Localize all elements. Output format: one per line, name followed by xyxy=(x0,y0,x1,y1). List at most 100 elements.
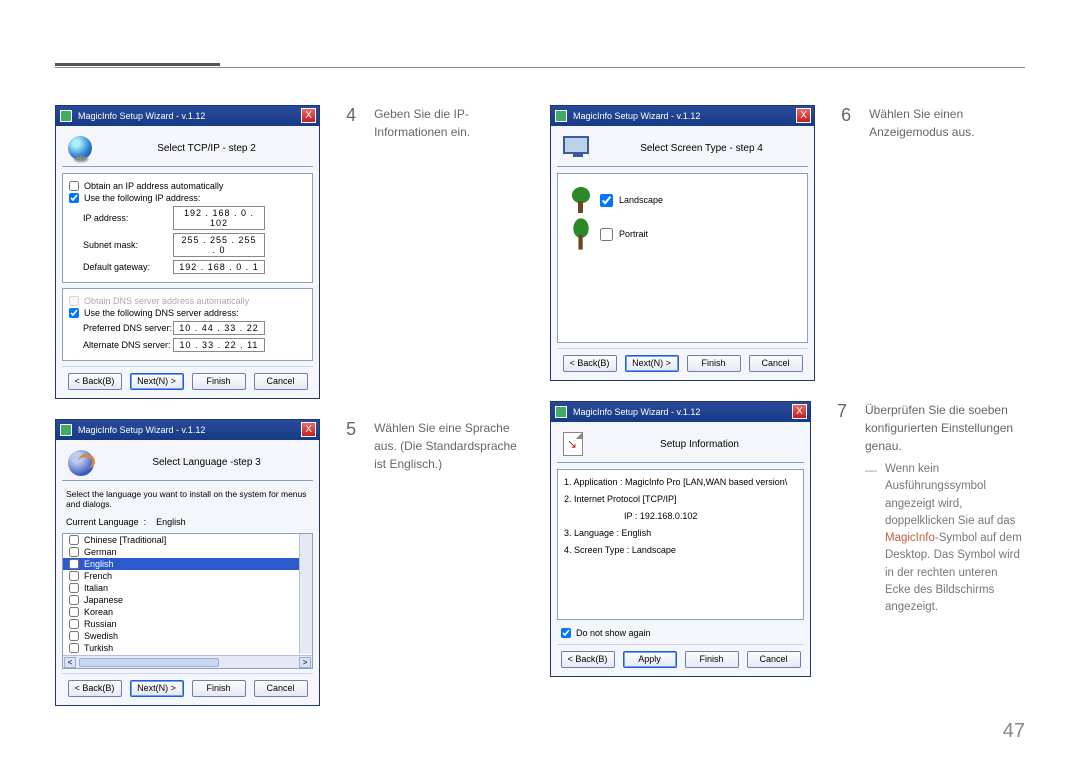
language-checkbox[interactable] xyxy=(69,595,79,605)
wizard-title-text: MagicInfo Setup Wizard - v.1.12 xyxy=(78,111,205,121)
language-item[interactable]: English xyxy=(63,558,312,570)
wizard-step5: MagicInfo Setup Wizard - v.1.12 X Select… xyxy=(55,419,320,706)
language-label: Swedish xyxy=(84,631,118,641)
step7-row: MagicInfo Setup Wizard - v.1.12 X Setup … xyxy=(550,401,1025,677)
ip-input[interactable]: 192 . 168 . 0 . 102 xyxy=(173,206,265,230)
close-icon[interactable]: X xyxy=(301,108,316,123)
step4-number: 4 xyxy=(338,105,356,126)
note-b: -Symbol auf dem Desktop. Das Symbol wird… xyxy=(885,532,1022,613)
language-checkbox[interactable] xyxy=(69,571,79,581)
back-button[interactable]: < Back(B) xyxy=(561,651,615,668)
landscape-checkbox[interactable] xyxy=(600,194,613,207)
right-column: MagicInfo Setup Wizard - v.1.12 X Select… xyxy=(550,105,1025,706)
info-line-1: 1. Application : MagicInfo Pro [LAN,WAN … xyxy=(564,474,797,491)
mask-input[interactable]: 255 . 255 . 255 . 0 xyxy=(173,233,265,257)
dns-manual-option[interactable]: Use the following DNS server address: xyxy=(69,308,306,318)
browser-icon xyxy=(68,450,94,476)
step5-caption-b: Englisch xyxy=(389,457,434,471)
info-line-4: 4. Screen Type : Landscape xyxy=(564,542,797,559)
portrait-checkbox[interactable] xyxy=(600,228,613,241)
language-checkbox[interactable] xyxy=(69,619,79,629)
language-item[interactable]: Japanese xyxy=(63,594,312,606)
wizard-titlebar: MagicInfo Setup Wizard - v.1.12 X xyxy=(56,106,319,126)
do-not-show-option[interactable]: Do not show again xyxy=(557,622,804,640)
cancel-button[interactable]: Cancel xyxy=(254,373,308,390)
language-label: French xyxy=(84,571,112,581)
ip-manual-label: Use the following IP address: xyxy=(84,193,200,203)
page-content: MagicInfo Setup Wizard - v.1.12 X Select… xyxy=(55,105,1025,706)
close-icon[interactable]: X xyxy=(792,404,807,419)
pref-dns-input[interactable]: 10 . 44 . 33 . 22 xyxy=(173,321,265,335)
step6-row: MagicInfo Setup Wizard - v.1.12 X Select… xyxy=(550,105,1025,381)
language-item[interactable]: Italian xyxy=(63,582,312,594)
language-item[interactable]: French xyxy=(63,570,312,582)
language-item[interactable]: Swedish xyxy=(63,630,312,642)
language-item[interactable]: Turkish xyxy=(63,642,312,654)
do-not-show-label: Do not show again xyxy=(576,628,651,638)
next-button[interactable]: Next(N) > xyxy=(130,680,184,697)
cancel-button[interactable]: Cancel xyxy=(254,680,308,697)
note-text: Wenn kein Ausführungssymbol angezeigt wi… xyxy=(885,461,1025,616)
close-icon[interactable]: X xyxy=(796,108,811,123)
language-checkbox[interactable] xyxy=(69,643,79,653)
header-accent xyxy=(55,63,220,66)
app-icon xyxy=(60,424,72,436)
language-item[interactable]: Korean xyxy=(63,606,312,618)
language-instruction: Select the language you want to install … xyxy=(62,487,313,515)
info-line-3: 3. Language : English xyxy=(564,525,797,542)
landscape-option[interactable]: Landscape xyxy=(570,187,795,213)
pref-dns-label: Preferred DNS server: xyxy=(83,323,173,333)
cancel-button[interactable]: Cancel xyxy=(747,651,801,668)
screen-type-group: Landscape Portrait xyxy=(557,173,808,343)
alt-dns-input[interactable]: 10 . 33 . 22 . 11 xyxy=(173,338,265,352)
finish-button[interactable]: Finish xyxy=(192,373,246,390)
language-label: Italian xyxy=(84,583,108,593)
close-icon[interactable]: X xyxy=(301,422,316,437)
globe-icon xyxy=(68,136,92,160)
language-list[interactable]: Chinese [Traditional]GermanEnglishFrench… xyxy=(62,533,313,669)
language-checkbox[interactable] xyxy=(69,607,79,617)
step-header-title: Setup Information xyxy=(601,439,798,450)
scrollbar-vertical[interactable] xyxy=(299,534,312,654)
language-checkbox[interactable] xyxy=(69,583,79,593)
back-button[interactable]: < Back(B) xyxy=(68,680,122,697)
alt-dns-label: Alternate DNS server: xyxy=(83,340,173,350)
step-header-title: Select Language -step 3 xyxy=(106,457,307,468)
cancel-button[interactable]: Cancel xyxy=(749,355,803,372)
language-checkbox[interactable] xyxy=(69,559,79,569)
language-label: Japanese xyxy=(84,595,123,605)
language-checkbox[interactable] xyxy=(69,631,79,641)
language-checkbox[interactable] xyxy=(69,547,79,557)
scrollbar-horizontal[interactable]: < > xyxy=(63,655,312,668)
apply-button[interactable]: Apply xyxy=(623,651,677,668)
language-item[interactable]: Chinese [Traditional] xyxy=(63,534,312,546)
wizard-title-text: MagicInfo Setup Wizard - v.1.12 xyxy=(573,111,700,121)
horizontal-rule xyxy=(55,67,1025,68)
next-button[interactable]: Next(N) > xyxy=(625,355,679,372)
back-button[interactable]: < Back(B) xyxy=(68,373,122,390)
scroll-right-icon[interactable]: > xyxy=(299,657,311,668)
language-checkbox[interactable] xyxy=(69,535,79,545)
step7-number: 7 xyxy=(829,401,847,422)
page-number: 47 xyxy=(1003,720,1025,743)
finish-button[interactable]: Finish xyxy=(687,355,741,372)
portrait-label: Portrait xyxy=(619,229,648,239)
wizard-titlebar: MagicInfo Setup Wizard - v.1.12 X xyxy=(551,402,810,422)
language-item[interactable]: Russian xyxy=(63,618,312,630)
gw-input[interactable]: 192 . 168 . 0 . 1 xyxy=(173,260,265,274)
finish-button[interactable]: Finish xyxy=(192,680,246,697)
language-label: Korean xyxy=(84,607,113,617)
step5-caption-c: .) xyxy=(435,457,442,471)
portrait-option[interactable]: Portrait xyxy=(570,221,795,247)
language-item[interactable]: German xyxy=(63,546,312,558)
finish-button[interactable]: Finish xyxy=(685,651,739,668)
scroll-left-icon[interactable]: < xyxy=(64,657,76,668)
next-button[interactable]: Next(N) > xyxy=(130,373,184,390)
info-line-2b: IP : 192.168.0.102 xyxy=(564,508,797,525)
back-button[interactable]: < Back(B) xyxy=(563,355,617,372)
ip-manual-option[interactable]: Use the following IP address: xyxy=(69,193,306,203)
ip-auto-option[interactable]: Obtain an IP address automatically xyxy=(69,181,306,191)
wizard-body: Select Screen Type - step 4 Landscape Po… xyxy=(551,126,814,380)
wizard-titlebar: MagicInfo Setup Wizard - v.1.12 X xyxy=(551,106,814,126)
scroll-thumb[interactable] xyxy=(79,658,219,667)
